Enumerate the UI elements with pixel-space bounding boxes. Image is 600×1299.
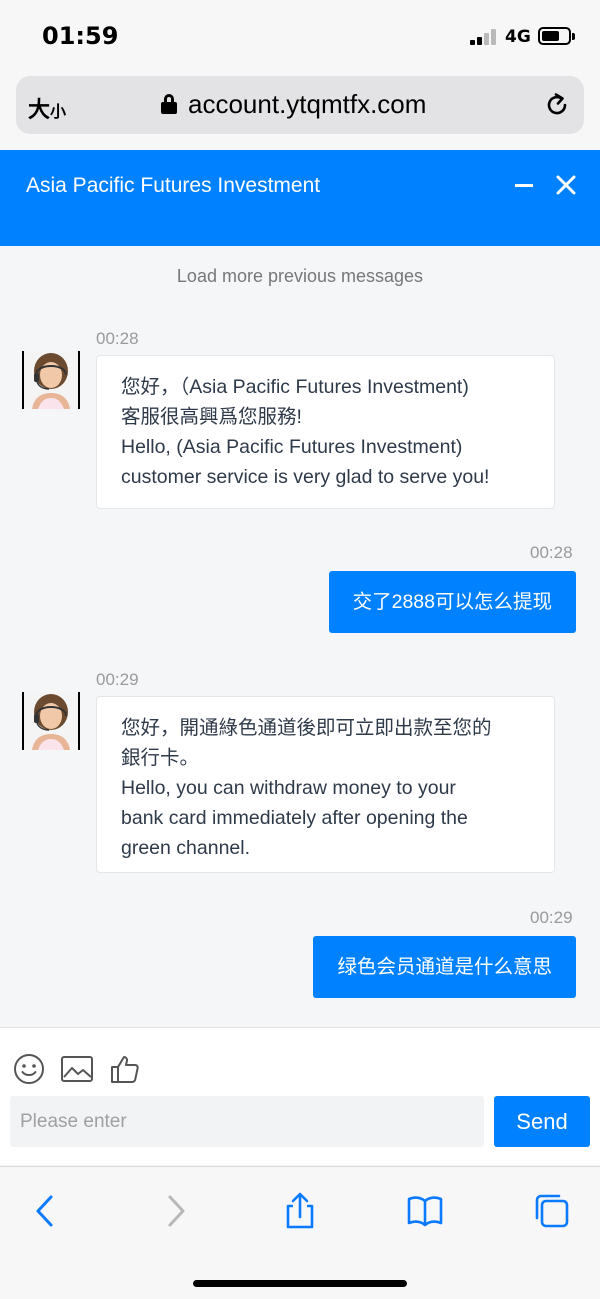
minimize-icon[interactable] xyxy=(515,184,533,187)
text-size-button[interactable]: 大小 xyxy=(28,92,66,124)
incoming-message: 您好，（Asia Pacific Futures Investment) 客服很… xyxy=(96,355,555,509)
thumbs-up-icon[interactable] xyxy=(108,1052,142,1086)
message-line: 客服很高興爲您服務! xyxy=(121,406,302,428)
address-bar[interactable]: 大小 account.ytqmtfx.com xyxy=(16,76,584,134)
message-time: 00:29 xyxy=(530,908,573,927)
message-line: 您好，（Asia Pacific Futures Investment) xyxy=(121,376,469,398)
emoji-icon[interactable] xyxy=(12,1052,46,1086)
url-text[interactable]: account.ytqmtfx.com xyxy=(188,89,426,120)
text-size-large: 大 xyxy=(28,97,51,122)
message-time: 00:28 xyxy=(96,329,139,348)
tabs-icon[interactable] xyxy=(532,1191,572,1231)
message-input[interactable] xyxy=(10,1096,484,1147)
message-line: 銀行卡。 xyxy=(121,747,200,769)
outgoing-message: 交了2888可以怎么提现 xyxy=(328,571,576,633)
message-line: 您好，開通綠色通道後即可立即出款至您的 xyxy=(121,717,492,739)
browser-address-area: 大小 account.ytqmtfx.com xyxy=(0,72,600,150)
chat-header: Asia Pacific Futures Investment xyxy=(0,150,600,246)
back-icon[interactable] xyxy=(26,1191,66,1231)
chat-title: Asia Pacific Futures Investment xyxy=(26,174,321,197)
message-line: green channel. xyxy=(121,837,251,859)
agent-avatar xyxy=(22,692,80,750)
message-time: 00:28 xyxy=(530,543,573,562)
message-line: customer service is very glad to serve y… xyxy=(121,466,490,488)
battery-icon xyxy=(538,27,575,45)
signal-icon xyxy=(470,29,498,45)
send-button[interactable]: Send xyxy=(494,1096,590,1147)
outgoing-message: 绿色会员通道是什么意思 xyxy=(313,936,576,998)
status-time: 01:59 xyxy=(42,22,119,50)
browser-toolbar xyxy=(0,1166,600,1299)
incoming-message: 您好，開通綠色通道後即可立即出款至您的 銀行卡。 Hello, you can … xyxy=(96,696,555,873)
message-line: bank card immediately after opening the xyxy=(121,807,468,829)
forward-icon[interactable] xyxy=(155,1191,195,1231)
close-icon[interactable] xyxy=(555,174,577,196)
message-time: 00:29 xyxy=(96,670,139,689)
agent-avatar xyxy=(22,351,80,409)
text-size-small: 小 xyxy=(50,104,67,121)
image-icon[interactable] xyxy=(60,1052,94,1086)
reload-icon[interactable] xyxy=(543,91,571,119)
network-type: 4G xyxy=(505,27,531,47)
share-icon[interactable] xyxy=(280,1191,320,1231)
home-indicator xyxy=(193,1280,407,1287)
status-bar: 01:59 4G xyxy=(0,0,600,72)
message-line: Hello, (Asia Pacific Futures Investment) xyxy=(121,436,463,458)
bookmarks-icon[interactable] xyxy=(405,1191,445,1231)
message-line: Hello, you can withdraw money to your xyxy=(121,777,456,799)
message-composer: Send xyxy=(0,1027,600,1165)
lock-icon xyxy=(161,94,177,114)
load-more-link[interactable]: Load more previous messages xyxy=(0,266,600,287)
